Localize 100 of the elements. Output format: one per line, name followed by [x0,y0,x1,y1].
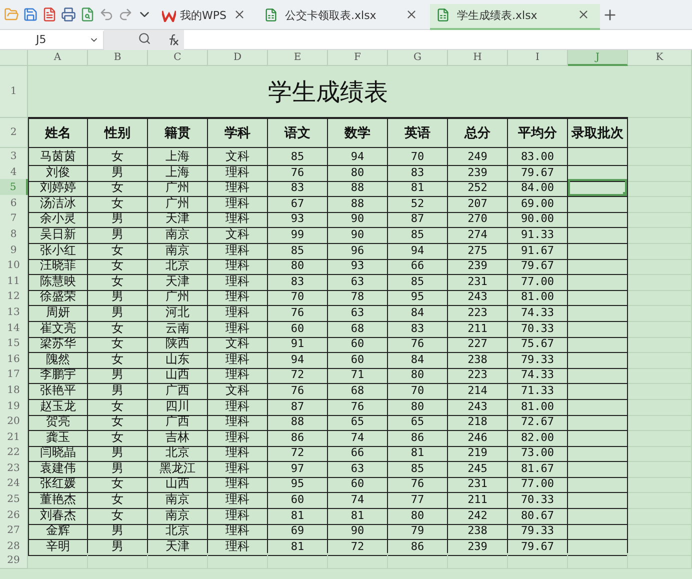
empty-cell[interactable] [568,288,628,306]
table-cell: 65 [388,413,448,432]
empty-cell[interactable] [568,382,628,400]
column-header[interactable]: G [388,50,448,66]
document-tab[interactable]: 我的WPS [156,4,256,30]
table-cell: 刘俊 [28,164,88,182]
empty-cell[interactable] [568,366,628,384]
empty-cell[interactable] [568,428,628,447]
empty-cell[interactable] [568,164,628,182]
table-cell: 辛明 [28,538,88,556]
column-header[interactable]: A [28,50,88,66]
table-cell: 龚玉 [28,428,88,447]
table-cell: 63 [328,460,388,478]
table-cell: 陈慧映 [28,272,88,291]
table-cell: 223 [448,366,508,384]
table-cell: 60 [268,491,328,510]
document-icon[interactable] [42,6,58,22]
column-header[interactable]: J [568,50,628,66]
table-cell: 理科 [208,304,268,322]
table-cell: 理科 [208,242,268,260]
column-heading: 录取批次 [568,118,628,148]
document-tab[interactable]: 学生成绩表.xlsx [430,4,600,30]
empty-cell[interactable] [568,460,628,478]
table-cell: 95 [388,288,448,306]
table-cell: 245 [448,460,508,478]
table-cell: 84 [388,350,448,369]
table-cell: 94 [388,242,448,260]
table-cell: 219 [448,444,508,462]
empty-cell[interactable] [568,226,628,244]
table-cell: 99 [268,226,328,244]
row-number[interactable]: 1 [0,66,28,118]
empty-cell[interactable] [568,242,628,260]
empty-cell[interactable] [568,304,628,322]
table-cell: 70.33 [508,491,568,510]
empty-cell[interactable] [568,538,628,556]
row-number[interactable]: 29 [0,553,28,570]
table-cell: 闫晓晶 [28,444,88,462]
column-header[interactable]: F [328,50,388,66]
table-cell: 76 [268,304,328,322]
table-cell: 女 [88,194,148,213]
column-header[interactable]: C [148,50,208,66]
column-header[interactable]: D [208,50,268,66]
table-cell: 南京 [148,242,208,260]
empty-cell[interactable] [568,257,628,276]
table-cell: 上海 [148,148,208,166]
table-cell: 88 [328,179,388,198]
empty-cell[interactable] [568,320,628,338]
column-header[interactable]: I [508,50,568,66]
plus-icon[interactable] [602,6,618,22]
printer-icon[interactable] [61,6,77,22]
preview-icon[interactable] [80,6,96,22]
table-cell: 男 [88,288,148,306]
save-icon[interactable] [23,6,39,22]
table-cell: 231 [448,475,508,494]
empty-cell[interactable] [568,398,628,416]
empty-cell[interactable] [568,148,628,166]
table-cell: 男 [88,210,148,228]
document-tab[interactable]: 公交卡领取表.xlsx [258,4,428,30]
table-cell: 95 [268,475,328,494]
table-cell: 理科 [208,460,268,478]
empty-cell[interactable] [568,272,628,291]
table-cell: 李鹏宇 [28,366,88,384]
table-cell: 女 [88,475,148,494]
table-cell: 余小灵 [28,210,88,228]
column-header[interactable]: B [88,50,148,66]
table-cell: 74 [328,491,388,510]
table-cell: 72.67 [508,413,568,432]
table-cell: 87 [268,398,328,416]
table-cell: 246 [448,428,508,447]
column-header[interactable]: H [448,50,508,66]
table-cell: 河北 [148,304,208,322]
table-cell: 理科 [208,428,268,447]
table-cell: 96 [328,242,388,260]
table-cell: 女 [88,413,148,432]
empty-cell[interactable] [568,194,628,213]
empty-cell[interactable] [568,444,628,462]
empty-cell[interactable] [568,335,628,354]
table-cell: 理科 [208,194,268,213]
empty-cell[interactable] [568,413,628,432]
row-number[interactable]: 2 [0,118,28,148]
table-cell: 女 [88,148,148,166]
column-header[interactable]: E [268,50,328,66]
table-cell: 79.67 [508,164,568,182]
table-cell: 76 [328,398,388,416]
column-header[interactable]: K [628,50,692,66]
empty-cell[interactable] [568,491,628,510]
empty-cell[interactable] [568,522,628,540]
empty-cell[interactable] [568,210,628,228]
table-cell: 文科 [208,226,268,244]
selected-cell[interactable] [568,179,628,198]
empty-cell[interactable] [568,506,628,525]
empty-cell[interactable] [568,475,628,494]
table-cell: 76 [388,335,448,354]
table-cell: 北京 [148,257,208,276]
column-heading: 数学 [328,118,388,148]
empty-cell[interactable] [568,350,628,369]
table-cell: 理科 [208,475,268,494]
table-cell: 南京 [148,506,208,525]
table-cell: 金辉 [28,522,88,540]
table-cell: 刘春杰 [28,506,88,525]
